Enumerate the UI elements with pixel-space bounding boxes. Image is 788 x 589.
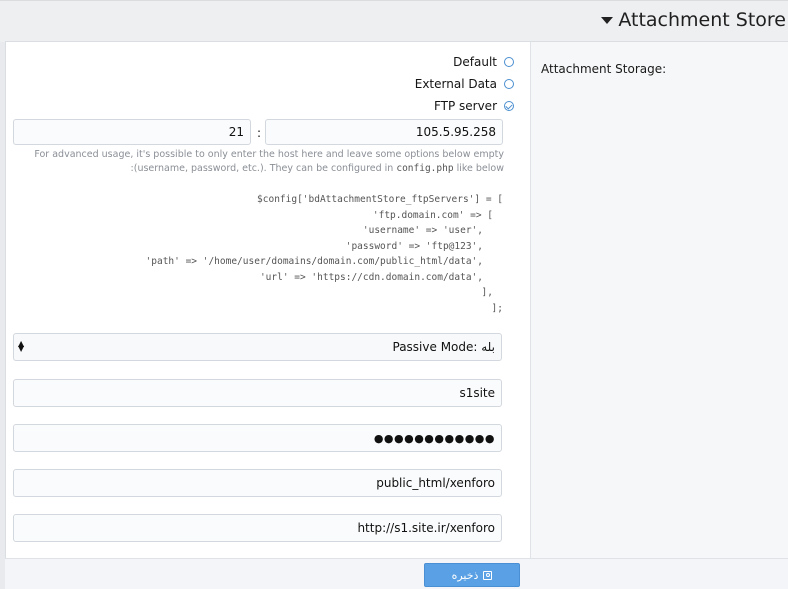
ftp-host-input[interactable]: 105.5.95.258	[265, 119, 503, 145]
select-arrows-icon: ▲ ▼	[18, 339, 25, 353]
code-line: 'ftp.domain.com' => [	[372, 209, 493, 221]
section-header[interactable]: Attachment Store	[601, 9, 786, 31]
code-line: ];	[491, 302, 503, 314]
passive-mode-value: Passive Mode: بله	[392, 340, 496, 354]
ftp-url-input[interactable]: http://s1.site.ir/xenforo	[13, 514, 502, 542]
attachment-storage-label: Attachment Storage:	[541, 62, 667, 76]
radio-default[interactable]: Default	[453, 53, 514, 71]
options-panel: Attachment Storage: Default External Dat…	[5, 41, 788, 559]
radio-default-label: Default	[453, 55, 497, 69]
label-column: Attachment Storage:	[530, 42, 788, 559]
ftp-path-input[interactable]: public_html/xenforo	[13, 469, 502, 497]
section-title: Attachment Store	[618, 9, 786, 31]
ftp-port-input[interactable]: 21	[13, 119, 251, 145]
code-line: 'path' => '/home/user/domains/domain.com…	[145, 256, 483, 267]
save-icon	[483, 570, 493, 580]
ftp-password-input[interactable]: ●●●●●●●●●●●●	[13, 424, 502, 452]
code-line: 'url' => 'https://cdn.domain.com/data',	[259, 271, 483, 283]
code-line: 'password' => 'ftp@123',	[345, 240, 483, 252]
ftp-username-input[interactable]: s1site	[13, 379, 502, 407]
code-line: ],	[481, 287, 493, 298]
passive-mode-select[interactable]: ▲ ▼ Passive Mode: بله	[13, 333, 502, 361]
radio-external-data[interactable]: External Data	[415, 75, 514, 93]
radio-ftp-label: FTP server	[433, 99, 497, 113]
help-text: For advanced usage, it's possible to onl…	[18, 148, 504, 176]
radio-checked-icon[interactable]	[504, 101, 514, 111]
radio-external-label: External Data	[414, 77, 497, 91]
config-code-block: $config['bdAttachmentStore_ftpServers'] …	[18, 192, 503, 316]
code-line: $config['bdAttachmentStore_ftpServers'] …	[257, 194, 503, 205]
help-text-code: config.php	[396, 163, 454, 174]
radio-unchecked-icon[interactable]	[504, 57, 514, 67]
code-line: 'username' => 'user',	[362, 225, 483, 236]
radio-unchecked-icon[interactable]	[504, 79, 514, 89]
caret-down-icon	[601, 16, 614, 24]
radio-ftp-server[interactable]: FTP server	[434, 97, 514, 115]
top-bar: Attachment Store	[0, 0, 788, 42]
form-footer: ذخیره	[5, 558, 788, 589]
host-port-separator: :	[257, 126, 262, 140]
save-button[interactable]: ذخیره	[424, 563, 520, 587]
save-label: ذخیره	[451, 568, 479, 582]
